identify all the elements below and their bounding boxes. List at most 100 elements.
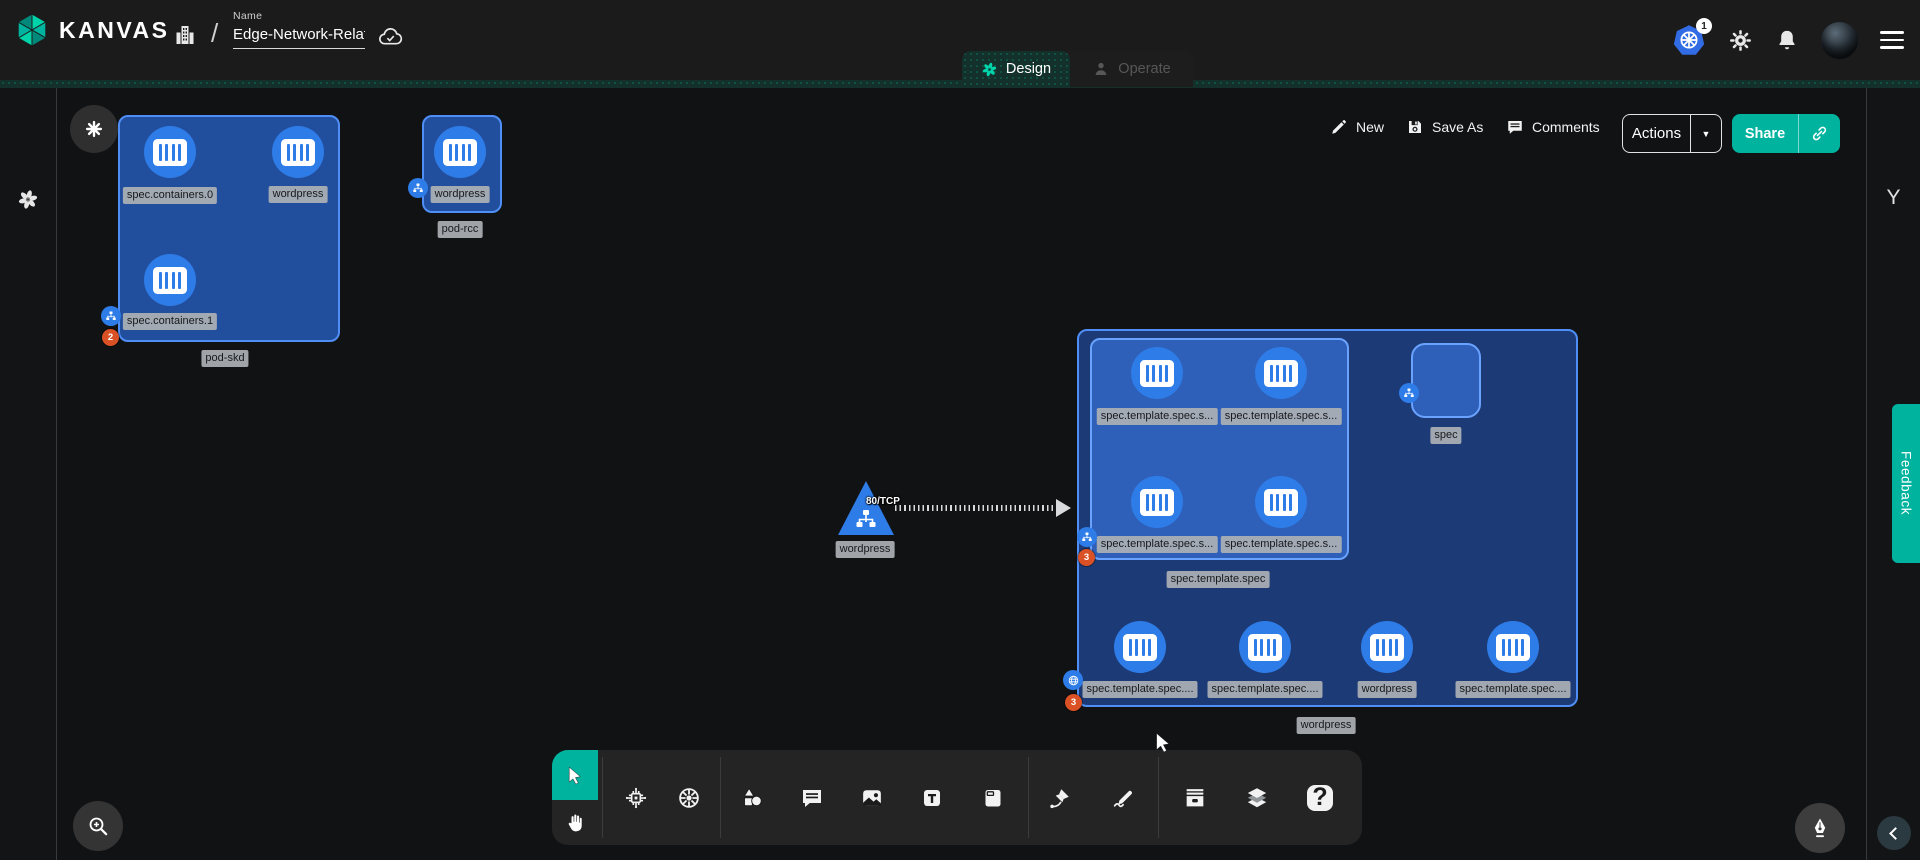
- components-tool-button[interactable]: [623, 785, 649, 811]
- helm-wheel-icon: [676, 785, 702, 811]
- relationship-icon[interactable]: [408, 178, 428, 198]
- notifications-bell-icon[interactable]: [1775, 28, 1799, 52]
- canvas-context-flower-button[interactable]: [70, 105, 118, 153]
- container-icon: [1123, 634, 1157, 661]
- edge-dashed-line[interactable]: [895, 505, 1058, 511]
- settings-gear-icon[interactable]: [1728, 28, 1753, 53]
- comments-label: Comments: [1532, 119, 1600, 135]
- container-node-10[interactable]: [1361, 621, 1413, 673]
- history-spiral-icon[interactable]: [17, 188, 40, 211]
- node-label: spec.template.spec.s...: [1097, 536, 1218, 553]
- hamburger-menu-icon[interactable]: [1880, 31, 1904, 49]
- chip-icon: [623, 785, 649, 811]
- app-header: KANVAS / Name 1: [0, 0, 1920, 80]
- container-node-6[interactable]: [1131, 476, 1183, 528]
- share-button[interactable]: Share: [1732, 114, 1840, 153]
- node-spec[interactable]: [1411, 343, 1481, 418]
- actions-label: Actions: [1623, 125, 1690, 142]
- help-tool-button[interactable]: ?: [1307, 785, 1333, 811]
- new-button[interactable]: New: [1330, 118, 1384, 136]
- image-tool-button[interactable]: [860, 785, 885, 810]
- cursor-arrow-icon: [565, 765, 585, 785]
- organization-icon[interactable]: [173, 23, 197, 47]
- service-hierarchy-icon: [854, 507, 878, 531]
- ink-pen-button[interactable]: [1795, 803, 1845, 853]
- error-badge-pod-skd[interactable]: 2: [102, 329, 119, 346]
- node-label: spec.template.spec.s...: [1221, 408, 1342, 425]
- node-label: spec.template.spec.s...: [1221, 536, 1342, 553]
- relationship-globe-icon[interactable]: [1063, 670, 1083, 690]
- container-node-1[interactable]: [272, 126, 324, 178]
- design-name-label: Name: [233, 10, 365, 22]
- relationship-icon[interactable]: [1399, 383, 1419, 403]
- left-rail: [0, 88, 57, 860]
- save-as-label: Save As: [1432, 119, 1483, 135]
- edge-pen-tool-button[interactable]: [1048, 785, 1073, 810]
- node-label: spec.containers.0: [123, 187, 217, 204]
- container-icon: [1264, 489, 1298, 516]
- shapes-tool-button[interactable]: [740, 785, 765, 810]
- container-icon: [1140, 489, 1174, 516]
- node-label-spec: spec: [1430, 427, 1461, 444]
- text-t-icon: [920, 786, 944, 810]
- container-node-2[interactable]: [144, 254, 196, 306]
- node-label: spec.template.spec.s...: [1097, 408, 1218, 425]
- container-node-5[interactable]: [1255, 347, 1307, 399]
- service-node-wordpress[interactable]: [838, 481, 894, 535]
- branch-y-icon[interactable]: Y: [1886, 186, 1900, 210]
- user-avatar[interactable]: [1821, 22, 1858, 59]
- new-label: New: [1356, 119, 1384, 135]
- container-node-3[interactable]: [434, 126, 486, 178]
- kubernetes-tool-button[interactable]: [676, 785, 702, 811]
- container-node-9[interactable]: [1239, 621, 1291, 673]
- group-label-wordpress-deployment: wordpress: [1297, 717, 1356, 734]
- save-as-button[interactable]: Save As: [1406, 118, 1483, 136]
- zoom-search-button[interactable]: [73, 801, 123, 851]
- node-label: spec.template.spec....: [1083, 681, 1198, 698]
- container-node-4[interactable]: [1131, 347, 1183, 399]
- comments-button[interactable]: Comments: [1506, 118, 1600, 136]
- header-right: 1: [1672, 0, 1904, 80]
- frame-tool-button[interactable]: [981, 786, 1005, 810]
- error-badge-spec-template[interactable]: 3: [1078, 549, 1095, 566]
- group-spec-template-spec[interactable]: [1090, 338, 1349, 560]
- kanvas-logo-icon: [14, 12, 50, 48]
- container-node-8[interactable]: [1114, 621, 1166, 673]
- shapes-icon: [740, 785, 765, 810]
- layers-icon: [1244, 785, 1270, 811]
- drawer-tool-button[interactable]: [1183, 785, 1208, 810]
- layers-tool-button[interactable]: [1244, 785, 1270, 811]
- design-name-input[interactable]: [233, 24, 365, 49]
- pan-tool-button[interactable]: [552, 800, 598, 845]
- kanvas-app: KANVAS / Name 1 Design Operate: [0, 0, 1920, 860]
- feedback-tab[interactable]: Feedback: [1892, 404, 1920, 563]
- kubernetes-context-button[interactable]: 1: [1672, 23, 1706, 57]
- toolbar-divider: [602, 757, 603, 838]
- frame-icon: [981, 786, 1005, 810]
- relationship-icon[interactable]: [101, 306, 121, 326]
- expand-right-panel-button[interactable]: [1877, 816, 1911, 850]
- comment-tool-button[interactable]: [800, 786, 824, 810]
- pen-nib-icon: [1808, 816, 1832, 840]
- relationship-icon[interactable]: [1077, 527, 1097, 547]
- node-label: wordpress: [1358, 681, 1417, 698]
- tab-operate[interactable]: Operate: [1070, 51, 1193, 87]
- actions-dropdown-button[interactable]: Actions ▼: [1622, 114, 1722, 153]
- container-icon: [1248, 634, 1282, 661]
- container-icon: [443, 139, 477, 166]
- container-node-7[interactable]: [1255, 476, 1307, 528]
- tab-design[interactable]: Design: [962, 51, 1070, 87]
- design-spiral-icon: [981, 61, 998, 78]
- brand[interactable]: KANVAS: [14, 12, 169, 48]
- freehand-tool-button[interactable]: [1111, 785, 1136, 810]
- error-badge-wordpress-deployment[interactable]: 3: [1065, 694, 1082, 711]
- share-label: Share: [1732, 126, 1798, 142]
- select-tool-button[interactable]: [552, 750, 598, 800]
- copy-link-icon[interactable]: [1798, 114, 1840, 153]
- container-node-11[interactable]: [1487, 621, 1539, 673]
- container-node-0[interactable]: [144, 126, 196, 178]
- actions-caret-icon[interactable]: ▼: [1690, 115, 1721, 152]
- tab-design-label: Design: [1006, 61, 1051, 77]
- text-tool-button[interactable]: [920, 786, 944, 810]
- node-label: wordpress: [431, 186, 490, 203]
